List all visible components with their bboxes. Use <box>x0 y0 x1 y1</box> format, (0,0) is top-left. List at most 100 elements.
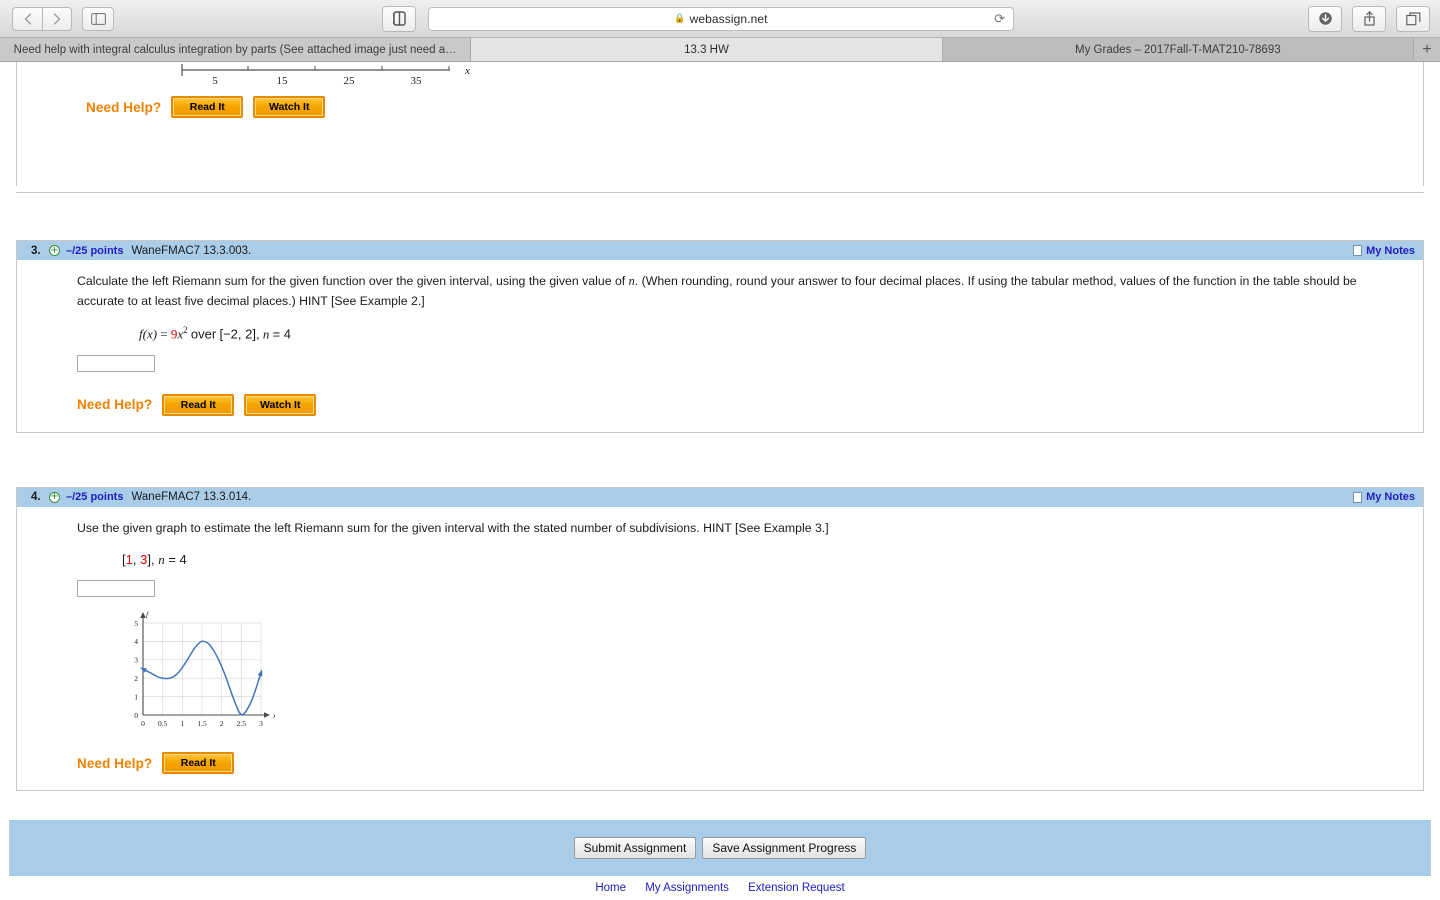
svg-text:2: 2 <box>220 719 224 728</box>
answer-input-q3[interactable] <box>77 354 155 372</box>
n-variable: n <box>262 326 270 342</box>
question-3-code: WaneFMAC7 13.3.003. <box>131 244 252 257</box>
answer-input-q4[interactable] <box>77 580 155 598</box>
need-help-label: Need Help? <box>86 99 162 115</box>
my-notes-button-q4[interactable]: My Notes <box>1353 491 1415 503</box>
svg-text:2.5: 2.5 <box>237 719 247 728</box>
submit-assignment-button[interactable]: Submit Assignment <box>573 837 697 859</box>
interval-comma: , <box>132 552 141 568</box>
expand-plus-icon[interactable]: + <box>49 491 60 503</box>
watch-it-button[interactable]: Watch It <box>253 96 326 118</box>
need-help-group-q4: Need Help? Read It <box>77 752 1409 775</box>
n-value: = 4 <box>168 552 187 568</box>
note-icon <box>1353 245 1363 256</box>
question-3-points: –/25 points <box>66 244 124 257</box>
url-text: webassign.net <box>689 11 768 26</box>
show-all-tabs-button[interactable] <box>1396 5 1430 32</box>
read-it-button[interactable]: Read It <box>162 752 235 775</box>
reload-icon[interactable]: ⟳ <box>994 11 1005 27</box>
tab-stackexchange[interactable]: Need help with integral calculus integra… <box>0 38 472 61</box>
lock-icon: 🔒 <box>674 13 686 23</box>
tick-label-35: 35 <box>411 75 423 87</box>
submit-bar: Submit Assignment Save Assignment Progre… <box>9 820 1431 876</box>
question-4-header: 4. + –/25 points WaneFMAC7 13.3.014. My … <box>17 487 1423 507</box>
need-help-group-q3: Need Help? Read It Watch It <box>77 393 1409 416</box>
my-notes-button-q3[interactable]: My Notes <box>1353 245 1415 257</box>
question-3-body: Calculate the left Riemann sum for the g… <box>17 260 1423 432</box>
interval-a: 1 <box>125 552 133 568</box>
save-progress-button[interactable]: Save Assignment Progress <box>702 837 867 859</box>
question-3-expression: f(x) = 9x2 over [−2, 2], n = 4 <box>139 325 1409 342</box>
question-4-number: 4. <box>31 491 41 504</box>
svg-text:f: f <box>146 610 149 619</box>
read-it-button[interactable]: Read It <box>171 96 244 118</box>
svg-text:x: x <box>272 711 275 720</box>
need-help-label: Need Help? <box>77 755 153 771</box>
address-bar[interactable]: 🔒 webassign.net ⟳ <box>428 6 1014 31</box>
footer-link-my-assignments[interactable]: My Assignments <box>645 882 729 894</box>
svg-text:1.5: 1.5 <box>197 719 207 728</box>
fx-label: f(x) <box>139 326 158 342</box>
svg-text:2: 2 <box>134 674 138 683</box>
question-3-prompt: Calculate the left Riemann sum for the g… <box>77 274 1357 308</box>
question-4-code: WaneFMAC7 13.3.014. <box>131 491 252 504</box>
footer-links: Home My Assignments Extension Request <box>0 882 1440 894</box>
bracket-close: ], <box>147 552 155 568</box>
remnant-right-border <box>1423 62 1424 186</box>
svg-text:1: 1 <box>180 719 184 728</box>
show-all-tabs-icon <box>1405 11 1420 25</box>
back-button[interactable] <box>12 6 42 31</box>
new-tab-button[interactable]: + <box>1413 38 1440 61</box>
tick-label-5: 5 <box>212 75 218 87</box>
question-3-number: 3. <box>31 244 41 257</box>
my-notes-label: My Notes <box>1366 244 1415 257</box>
page-content: 5 15 25 35 x Need Help? Read It Watch It… <box>0 62 1440 900</box>
svg-text:0: 0 <box>134 711 138 720</box>
tab-bar: Need help with integral calculus integra… <box>0 38 1440 62</box>
question-4-body: Use the given graph to estimate the left… <box>17 507 1423 791</box>
riemann-graph: 0 0.5 1 1.5 2 2.5 3 0 1 2 3 4 5 x f <box>115 609 1409 742</box>
question-2-remnant: 5 15 25 35 x Need Help? Read It Watch It <box>0 62 1440 193</box>
question-4: 4. + –/25 points WaneFMAC7 13.3.014. My … <box>16 486 1424 792</box>
footer-link-extension-request[interactable]: Extension Request <box>748 882 845 894</box>
share-icon <box>1363 11 1375 26</box>
svg-text:3: 3 <box>134 656 138 665</box>
question-4-prompt: Use the given graph to estimate the left… <box>77 520 829 535</box>
downloads-icon <box>1318 12 1332 25</box>
exponent: 2 <box>183 325 188 336</box>
question-3-header: 3. + –/25 points WaneFMAC7 13.3.003. My … <box>17 241 1423 260</box>
need-help-label: Need Help? <box>77 397 153 413</box>
expand-plus-icon[interactable]: + <box>49 245 60 256</box>
footer-link-home[interactable]: Home <box>595 882 626 894</box>
svg-text:4: 4 <box>134 638 138 647</box>
watch-it-button[interactable]: Watch It <box>244 393 317 416</box>
sidebar-toggle-button[interactable] <box>82 6 114 31</box>
read-it-button[interactable]: Read It <box>162 393 235 416</box>
reader-view-icon <box>392 11 406 26</box>
chevron-left-icon <box>24 12 31 25</box>
svg-text:3: 3 <box>259 719 263 728</box>
remnant-bottom-border <box>16 192 1424 193</box>
question-4-expression: [1, 3], n = 4 <box>122 552 1409 568</box>
remnant-left-border <box>16 62 17 186</box>
forward-button[interactable] <box>42 6 72 31</box>
tab-my-grades[interactable]: My Grades – 2017Fall-T-MAT210-78693 <box>942 38 1414 61</box>
question-3: 3. + –/25 points WaneFMAC7 13.3.003. My … <box>16 240 1424 433</box>
question-4-points: –/25 points <box>66 491 124 504</box>
tab-hw[interactable]: 13.3 HW <box>471 38 943 61</box>
n-variable: n <box>158 552 165 568</box>
svg-text:0: 0 <box>141 719 145 728</box>
sidebar-toggle-icon <box>90 12 106 25</box>
over-word: over <box>190 326 217 342</box>
browser-toolbar: 🔒 webassign.net ⟳ <box>0 0 1440 38</box>
svg-text:5: 5 <box>134 619 138 628</box>
downloads-button[interactable] <box>1308 5 1342 32</box>
chevron-right-icon <box>53 12 61 25</box>
number-line-axis: 5 15 25 35 x <box>181 64 470 87</box>
share-button[interactable] <box>1352 5 1386 32</box>
n-value: = 4 <box>272 326 292 342</box>
svg-text:0.5: 0.5 <box>158 719 168 728</box>
reader-view-button[interactable] <box>382 5 416 32</box>
note-icon <box>1353 491 1363 503</box>
toolbar-right-buttons <box>1308 5 1430 32</box>
